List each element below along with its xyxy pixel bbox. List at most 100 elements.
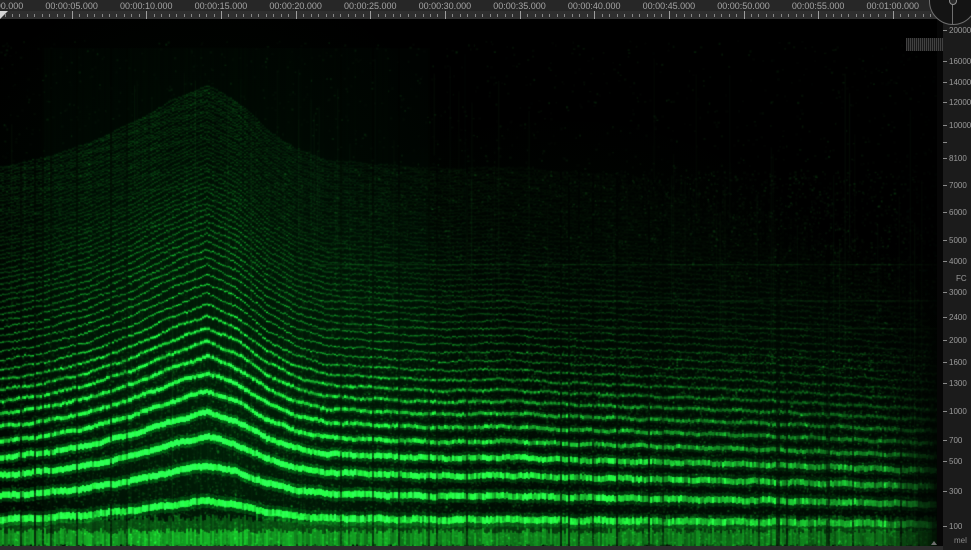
ruler-tick — [848, 14, 849, 17]
ruler-tick — [94, 14, 95, 17]
ruler-tick — [535, 14, 536, 17]
frequency-tick: 14000 — [943, 78, 971, 87]
frequency-tick-label: 5000 — [949, 236, 967, 245]
ruler-tick — [72, 11, 73, 19]
ruler-tick — [579, 14, 580, 17]
frequency-tick: 5000 — [943, 236, 967, 245]
ruler-tick — [79, 14, 80, 17]
scale-type-label: mel — [954, 536, 967, 545]
ruler-tick — [796, 14, 797, 17]
ruler-tick — [676, 14, 677, 17]
ruler-tick — [57, 14, 58, 17]
ruler-tick — [445, 11, 446, 19]
ruler-tick — [326, 14, 327, 17]
ruler-tick — [624, 14, 625, 17]
audio-editor-window: { "window": { "width": 971, "height": 55… — [0, 0, 971, 550]
ruler-tick — [64, 14, 65, 17]
frequency-tick-label: 12000 — [949, 98, 971, 107]
frequency-tick: 20000 — [943, 26, 971, 35]
frequency-tick-label: 2400 — [949, 313, 967, 322]
ruler-tick — [691, 14, 692, 17]
ruler-time-label: 00:00:05.000 — [45, 1, 98, 11]
ruler-tick — [893, 11, 894, 19]
frequency-tick-label: 1300 — [949, 379, 967, 388]
frequency-tick: 100 — [943, 522, 962, 531]
ruler-time-label: 00:00:20.000 — [269, 1, 322, 11]
ruler-tick — [27, 14, 28, 17]
spectrogram-canvas[interactable] — [0, 20, 937, 546]
frequency-tick: 2400 — [943, 313, 967, 322]
ruler-tick — [243, 14, 244, 17]
timeline-labels-row: 00:00:00.00000:00:05.00000:00:10.00000:0… — [0, 0, 943, 11]
frequency-tick: 8100 — [943, 154, 967, 163]
ruler-tick — [139, 14, 140, 17]
ruler-time-label: 00:00:10.000 — [120, 1, 173, 11]
ruler-tick — [661, 14, 662, 17]
zoom-grip[interactable] — [906, 38, 943, 51]
scroll-arrow-icon — [931, 541, 937, 545]
ruler-tick — [773, 14, 774, 17]
ruler-tick — [206, 14, 207, 17]
frequency-tick — [943, 138, 949, 147]
horizontal-scrollbar[interactable] — [0, 546, 971, 550]
frequency-tick: 7000 — [943, 181, 967, 190]
frequency-tick-label: 500 — [949, 457, 962, 466]
frequency-tick: 6000 — [943, 208, 967, 217]
ruler-tick — [549, 14, 550, 17]
ruler-tick — [199, 14, 200, 17]
ruler-tick — [617, 14, 618, 17]
frequency-tick: 500 — [943, 457, 962, 466]
frequency-tick-label: 14000 — [949, 78, 971, 87]
ruler-tick — [766, 14, 767, 17]
ruler-tick — [885, 14, 886, 17]
ruler-time-label: 00:00:40.000 — [568, 1, 621, 11]
ruler-tick — [340, 14, 341, 17]
ruler-tick — [400, 14, 401, 17]
ruler-tick — [370, 11, 371, 19]
ruler-tick — [161, 14, 162, 17]
ruler-tick — [415, 14, 416, 17]
dial-hub-icon — [949, 0, 957, 5]
ruler-tick — [788, 14, 789, 17]
ruler-tick — [176, 14, 177, 17]
timeline-ruler[interactable]: 00:00:00.00000:00:05.00000:00:10.00000:0… — [0, 0, 943, 19]
ruler-tick — [296, 11, 297, 19]
frequency-tick-label: 6000 — [949, 208, 967, 217]
ruler-tick — [258, 14, 259, 17]
ruler-tick — [482, 14, 483, 17]
ruler-tick — [669, 11, 670, 19]
ruler-tick — [542, 14, 543, 17]
ruler-tick — [228, 14, 229, 17]
frequency-tick-label: 700 — [949, 436, 962, 445]
frequency-tick: 300 — [943, 487, 962, 496]
ruler-tick — [564, 14, 565, 17]
ruler-time-label: 00:00:30.000 — [419, 1, 472, 11]
ruler-tick — [393, 14, 394, 17]
frequency-tick: 3000 — [943, 288, 967, 297]
playhead-marker[interactable] — [0, 11, 8, 19]
fc-overlay-label: FC — [956, 274, 967, 283]
frequency-tick-label: 8100 — [949, 154, 967, 163]
ruler-time-label: 00:00:55.000 — [792, 1, 845, 11]
ruler-tick — [34, 14, 35, 17]
ruler-tick — [497, 14, 498, 17]
ruler-tick — [12, 14, 13, 17]
ruler-tick — [632, 14, 633, 17]
ruler-tick — [475, 14, 476, 17]
ruler-tick — [587, 14, 588, 17]
ruler-tick — [594, 11, 595, 19]
ruler-tick — [908, 14, 909, 17]
frequency-tick-label: 10000 — [949, 121, 971, 130]
ruler-tick — [490, 14, 491, 17]
frequency-tick-label: 3000 — [949, 288, 967, 297]
ruler-tick — [639, 14, 640, 17]
frequency-scale[interactable]: Hz FC mel 200001600014000120001000081007… — [943, 0, 971, 550]
ruler-tick — [512, 14, 513, 17]
ruler-tick — [191, 14, 192, 17]
ruler-tick — [609, 14, 610, 17]
ruler-tick — [281, 14, 282, 17]
ruler-tick — [751, 14, 752, 17]
ruler-time-label: 00:01:00.000 — [867, 1, 920, 11]
frequency-tick-label: 1000 — [949, 407, 967, 416]
ruler-tick — [647, 14, 648, 17]
